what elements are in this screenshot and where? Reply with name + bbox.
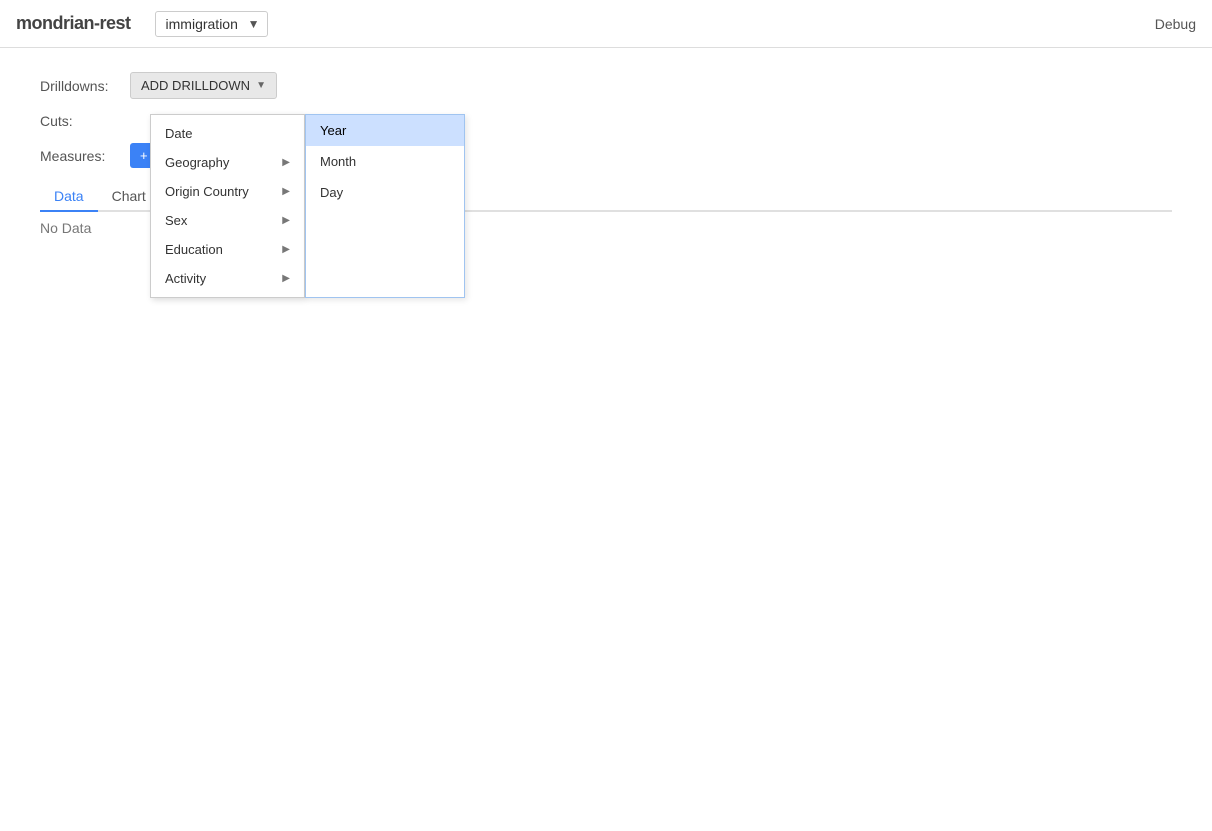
- dropdown-item-activity[interactable]: Activity ▶: [151, 264, 304, 293]
- dropdown-item-date-label: Date: [165, 126, 192, 141]
- caret-icon: ▼: [256, 80, 266, 91]
- drilldowns-label: Drilldowns:: [40, 78, 130, 94]
- submenu-item-month-label: Month: [320, 154, 356, 169]
- add-drilldown-label: ADD DRILLDOWN: [141, 78, 250, 93]
- submenu-arrow-origin-icon: ▶: [282, 186, 290, 197]
- dropdown-item-activity-label: Activity: [165, 271, 206, 286]
- drilldowns-row: Drilldowns: ADD DRILLDOWN ▼: [40, 72, 1172, 99]
- submenu-item-day-label: Day: [320, 185, 343, 200]
- submenu-arrow-education-icon: ▶: [282, 244, 290, 255]
- submenu-item-year[interactable]: Year: [306, 115, 464, 146]
- dropdown-menu: Date Geography ▶ Origin Country ▶ Sex ▶ …: [150, 114, 305, 298]
- measures-label: Measures:: [40, 148, 130, 164]
- dropdown-item-geography-label: Geography: [165, 155, 229, 170]
- dropdown-item-education-label: Education: [165, 242, 223, 257]
- submenu-arrow-activity-icon: ▶: [282, 273, 290, 284]
- submenu-arrow-geography-icon: ▶: [282, 157, 290, 168]
- dropdown-item-sex-label: Sex: [165, 213, 187, 228]
- dropdown-item-education[interactable]: Education ▶: [151, 235, 304, 264]
- cube-select[interactable]: immigration: [155, 11, 268, 37]
- dropdown-item-geography[interactable]: Geography ▶: [151, 148, 304, 177]
- tab-data[interactable]: Data: [40, 182, 98, 212]
- brand-logo: mondrian-rest: [16, 13, 131, 34]
- debug-link[interactable]: Debug: [1155, 16, 1196, 32]
- dropdown-item-origin-country[interactable]: Origin Country ▶: [151, 177, 304, 206]
- submenu-item-year-label: Year: [320, 123, 346, 138]
- dropdown-item-origin-country-label: Origin Country: [165, 184, 249, 199]
- submenu-item-month[interactable]: Month: [306, 146, 464, 177]
- cuts-label: Cuts:: [40, 113, 130, 129]
- cube-select-wrapper[interactable]: immigration ▼: [155, 11, 268, 37]
- dropdown-item-date[interactable]: Date: [151, 119, 304, 148]
- dropdown-item-sex[interactable]: Sex ▶: [151, 206, 304, 235]
- add-drilldown-button[interactable]: ADD DRILLDOWN ▼: [130, 72, 277, 99]
- submenu-item-day[interactable]: Day: [306, 177, 464, 208]
- submenu: Year Month Day: [305, 114, 465, 298]
- dropdown-container: Date Geography ▶ Origin Country ▶ Sex ▶ …: [150, 114, 465, 298]
- navbar: mondrian-rest immigration ▼ Debug: [0, 0, 1212, 48]
- submenu-arrow-sex-icon: ▶: [282, 215, 290, 226]
